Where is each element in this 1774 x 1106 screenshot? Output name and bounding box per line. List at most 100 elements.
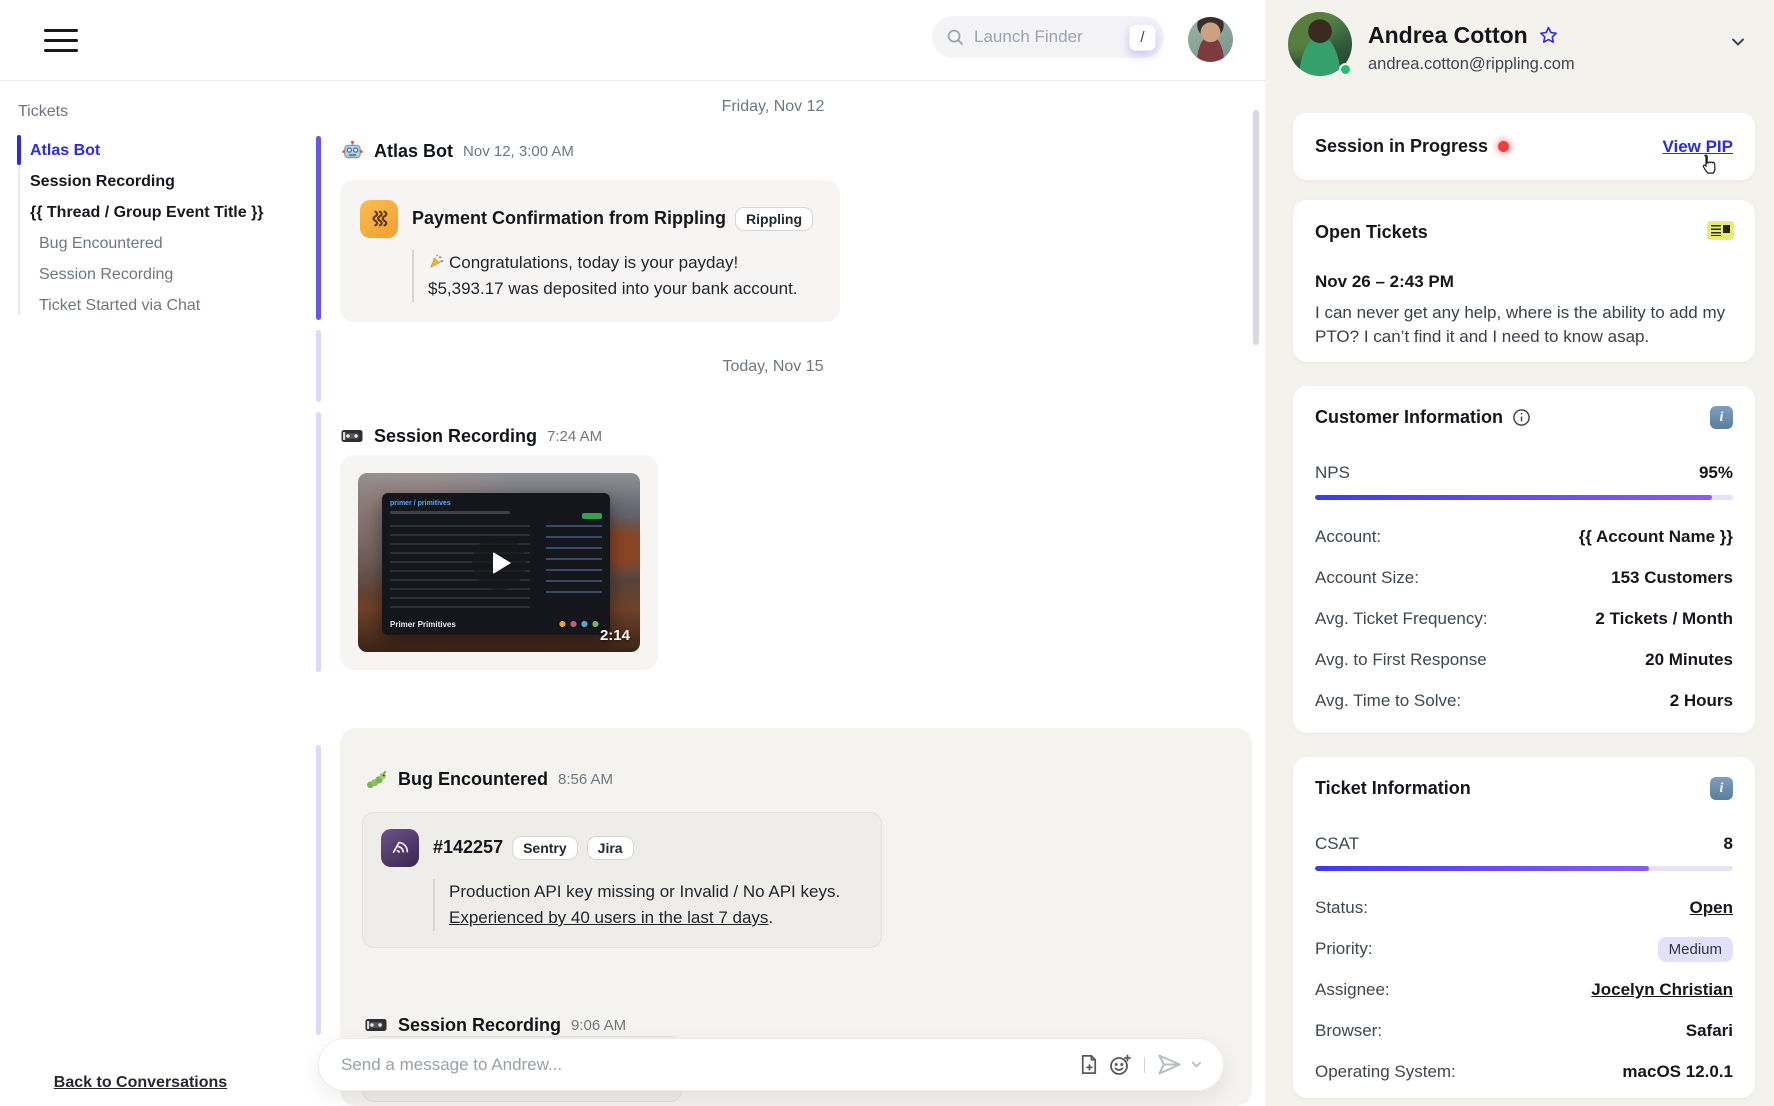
sidebar-item-thread-title[interactable]: {{ Thread / Group Event Title }} [0,197,281,228]
launch-finder-search[interactable]: / [932,16,1164,58]
customer-information-card: Customer Information i NPS 95% Account:{… [1293,386,1755,733]
play-button[interactable] [472,536,526,590]
attachment-title: Payment Confirmation from Rippling [412,208,726,228]
info-row: Avg. Time to Solve:2 Hours [1315,691,1733,711]
csat-label: CSAT [1315,834,1359,854]
info-row: Operating System:macOS 12.0.1 [1315,1062,1733,1082]
session-recording-card: primer / primitives Primer Primitives 2:… [340,455,658,670]
hamburger-menu-icon[interactable] [44,29,78,52]
composer-divider [1144,1057,1145,1073]
info-icon: i [1710,406,1733,429]
info-row: Status:Open [1315,898,1733,918]
collapse-panel-chevron-icon[interactable] [1728,32,1748,57]
issue-description: Production API key missing or Invalid / … [433,879,863,931]
message-header: Bug Encountered 8:56 AM [364,766,613,792]
sidebar-item-bug-encountered[interactable]: Bug Encountered [0,228,281,259]
session-status-title: Session in Progress [1315,136,1488,157]
sentry-logo-icon [381,829,419,867]
chat-scrollbar[interactable] [1253,110,1259,345]
info-row: Account:{{ Account Name }} [1315,527,1733,547]
back-to-conversations-link[interactable]: Back to Conversations [0,1074,281,1092]
video-thumbnail[interactable]: primer / primitives Primer Primitives 2:… [358,473,640,652]
current-user-avatar[interactable] [1188,17,1233,62]
search-icon [946,28,965,47]
message-composer [318,1038,1224,1091]
top-bar: / [0,0,1265,81]
message-time: 7:24 AM [547,428,602,445]
rippling-badge: Rippling [735,207,813,231]
sidebar-item-session-recording-2[interactable]: Session Recording [0,259,281,290]
ticket-information-card: Ticket Information i CSAT 8 Status:Open … [1293,757,1755,1098]
party-popper-icon [428,253,445,270]
sidebar-item-atlas-bot[interactable]: Atlas Bot [0,135,281,166]
rippling-logo-icon [360,200,398,238]
open-tickets-card: Open Tickets Nov 26 – 2:43 PM I can neve… [1293,200,1755,362]
customer-panel: Andrea Cotton andrea.cotton@rippling.com… [1265,0,1774,1106]
info-row: Assignee:Jocelyn Christian [1315,980,1733,1000]
message-input[interactable] [341,1055,1072,1075]
conversation-thread: Friday, Nov 12 Atlas Bot Nov 12, 3:00 AM… [281,81,1265,1106]
app-window: / Tickets Atlas Bot Session Recording {{… [0,0,1774,1106]
message-time: 8:56 AM [558,771,613,788]
send-options-chevron-icon[interactable] [1185,1049,1207,1081]
thread-line [316,136,321,320]
info-row: Browser:Safari [1315,1021,1733,1041]
info-circle-icon[interactable] [1512,408,1531,427]
csat-value: 8 [1724,834,1733,854]
send-icon[interactable] [1153,1049,1185,1081]
sidebar-item-ticket-started[interactable]: Ticket Started via Chat [0,290,281,321]
priority-badge: Medium [1658,937,1733,962]
date-divider: Friday, Nov 12 [281,98,1265,116]
message-header: Session Recording 9:06 AM [364,1012,626,1038]
open-tickets-title: Open Tickets [1315,222,1428,243]
message-header: Atlas Bot Nov 12, 3:00 AM [340,138,574,164]
payment-confirmation-card[interactable]: Payment Confirmation from Rippling Rippli… [340,180,840,322]
thread-line [316,745,321,1035]
video-duration: 2:14 [600,627,630,644]
bug-icon [364,767,388,791]
assignee-link[interactable]: Jocelyn Christian [1591,980,1733,1000]
issue-id: #142257 [433,837,503,857]
message-sender: Bug Encountered [398,769,548,790]
info-row: Account Size:153 Customers [1315,568,1733,588]
message-sender: Session Recording [398,1015,561,1036]
customer-info-title: Customer Information [1315,407,1503,428]
search-input[interactable] [974,27,1104,47]
message-header: Session Recording 7:24 AM [340,423,602,449]
csat-progress-track [1315,866,1733,871]
info-icon: i [1710,777,1733,800]
sidebar-title: Tickets [18,103,68,121]
ticket-list: Atlas Bot Session Recording {{ Thread / … [0,135,281,321]
nps-progress-track [1315,495,1733,500]
recording-status-dot [1498,141,1509,152]
info-row: Priority:Medium [1315,939,1733,959]
attach-file-icon[interactable] [1072,1049,1104,1081]
nps-label: NPS [1315,463,1350,483]
issue-impact-link[interactable]: Experienced by 40 users in the last 7 da… [449,908,768,927]
sentry-issue-card[interactable]: #142257 Sentry Jira Production API key mis… [362,812,882,948]
jira-badge: Jira [587,836,634,860]
csat-progress-fill [1315,866,1649,871]
emoji-picker-icon[interactable] [1104,1049,1136,1081]
favorite-star-icon[interactable] [1538,25,1559,46]
robot-icon [340,139,364,163]
online-status-dot [1339,63,1352,76]
ticket-info-title: Ticket Information [1315,778,1471,799]
sentry-badge: Sentry [512,836,578,860]
date-divider: Today, Nov 15 [281,358,1265,376]
message-time: Nov 12, 3:00 AM [463,143,574,160]
nps-value: 95% [1699,463,1733,483]
payment-message-text: Congratulations, today is your payday! $… [412,250,820,302]
session-in-progress-card: Session in Progress View PIP [1293,113,1755,180]
info-row: Avg. to First Response20 Minutes [1315,650,1733,670]
info-row: Avg. Ticket Frequency:2 Tickets / Month [1315,609,1733,629]
tickets-sidebar: Tickets Atlas Bot Session Recording {{ T… [0,81,281,1106]
message-sender: Session Recording [374,426,537,447]
ticket-message: I can never get any help, where is the a… [1315,301,1733,349]
message-sender: Atlas Bot [374,141,453,162]
vhs-icon [340,424,364,448]
sidebar-item-session-recording[interactable]: Session Recording [0,166,281,197]
status-open-link[interactable]: Open [1690,898,1733,918]
nps-progress-fill [1315,495,1712,500]
message-time: 9:06 AM [571,1017,626,1034]
